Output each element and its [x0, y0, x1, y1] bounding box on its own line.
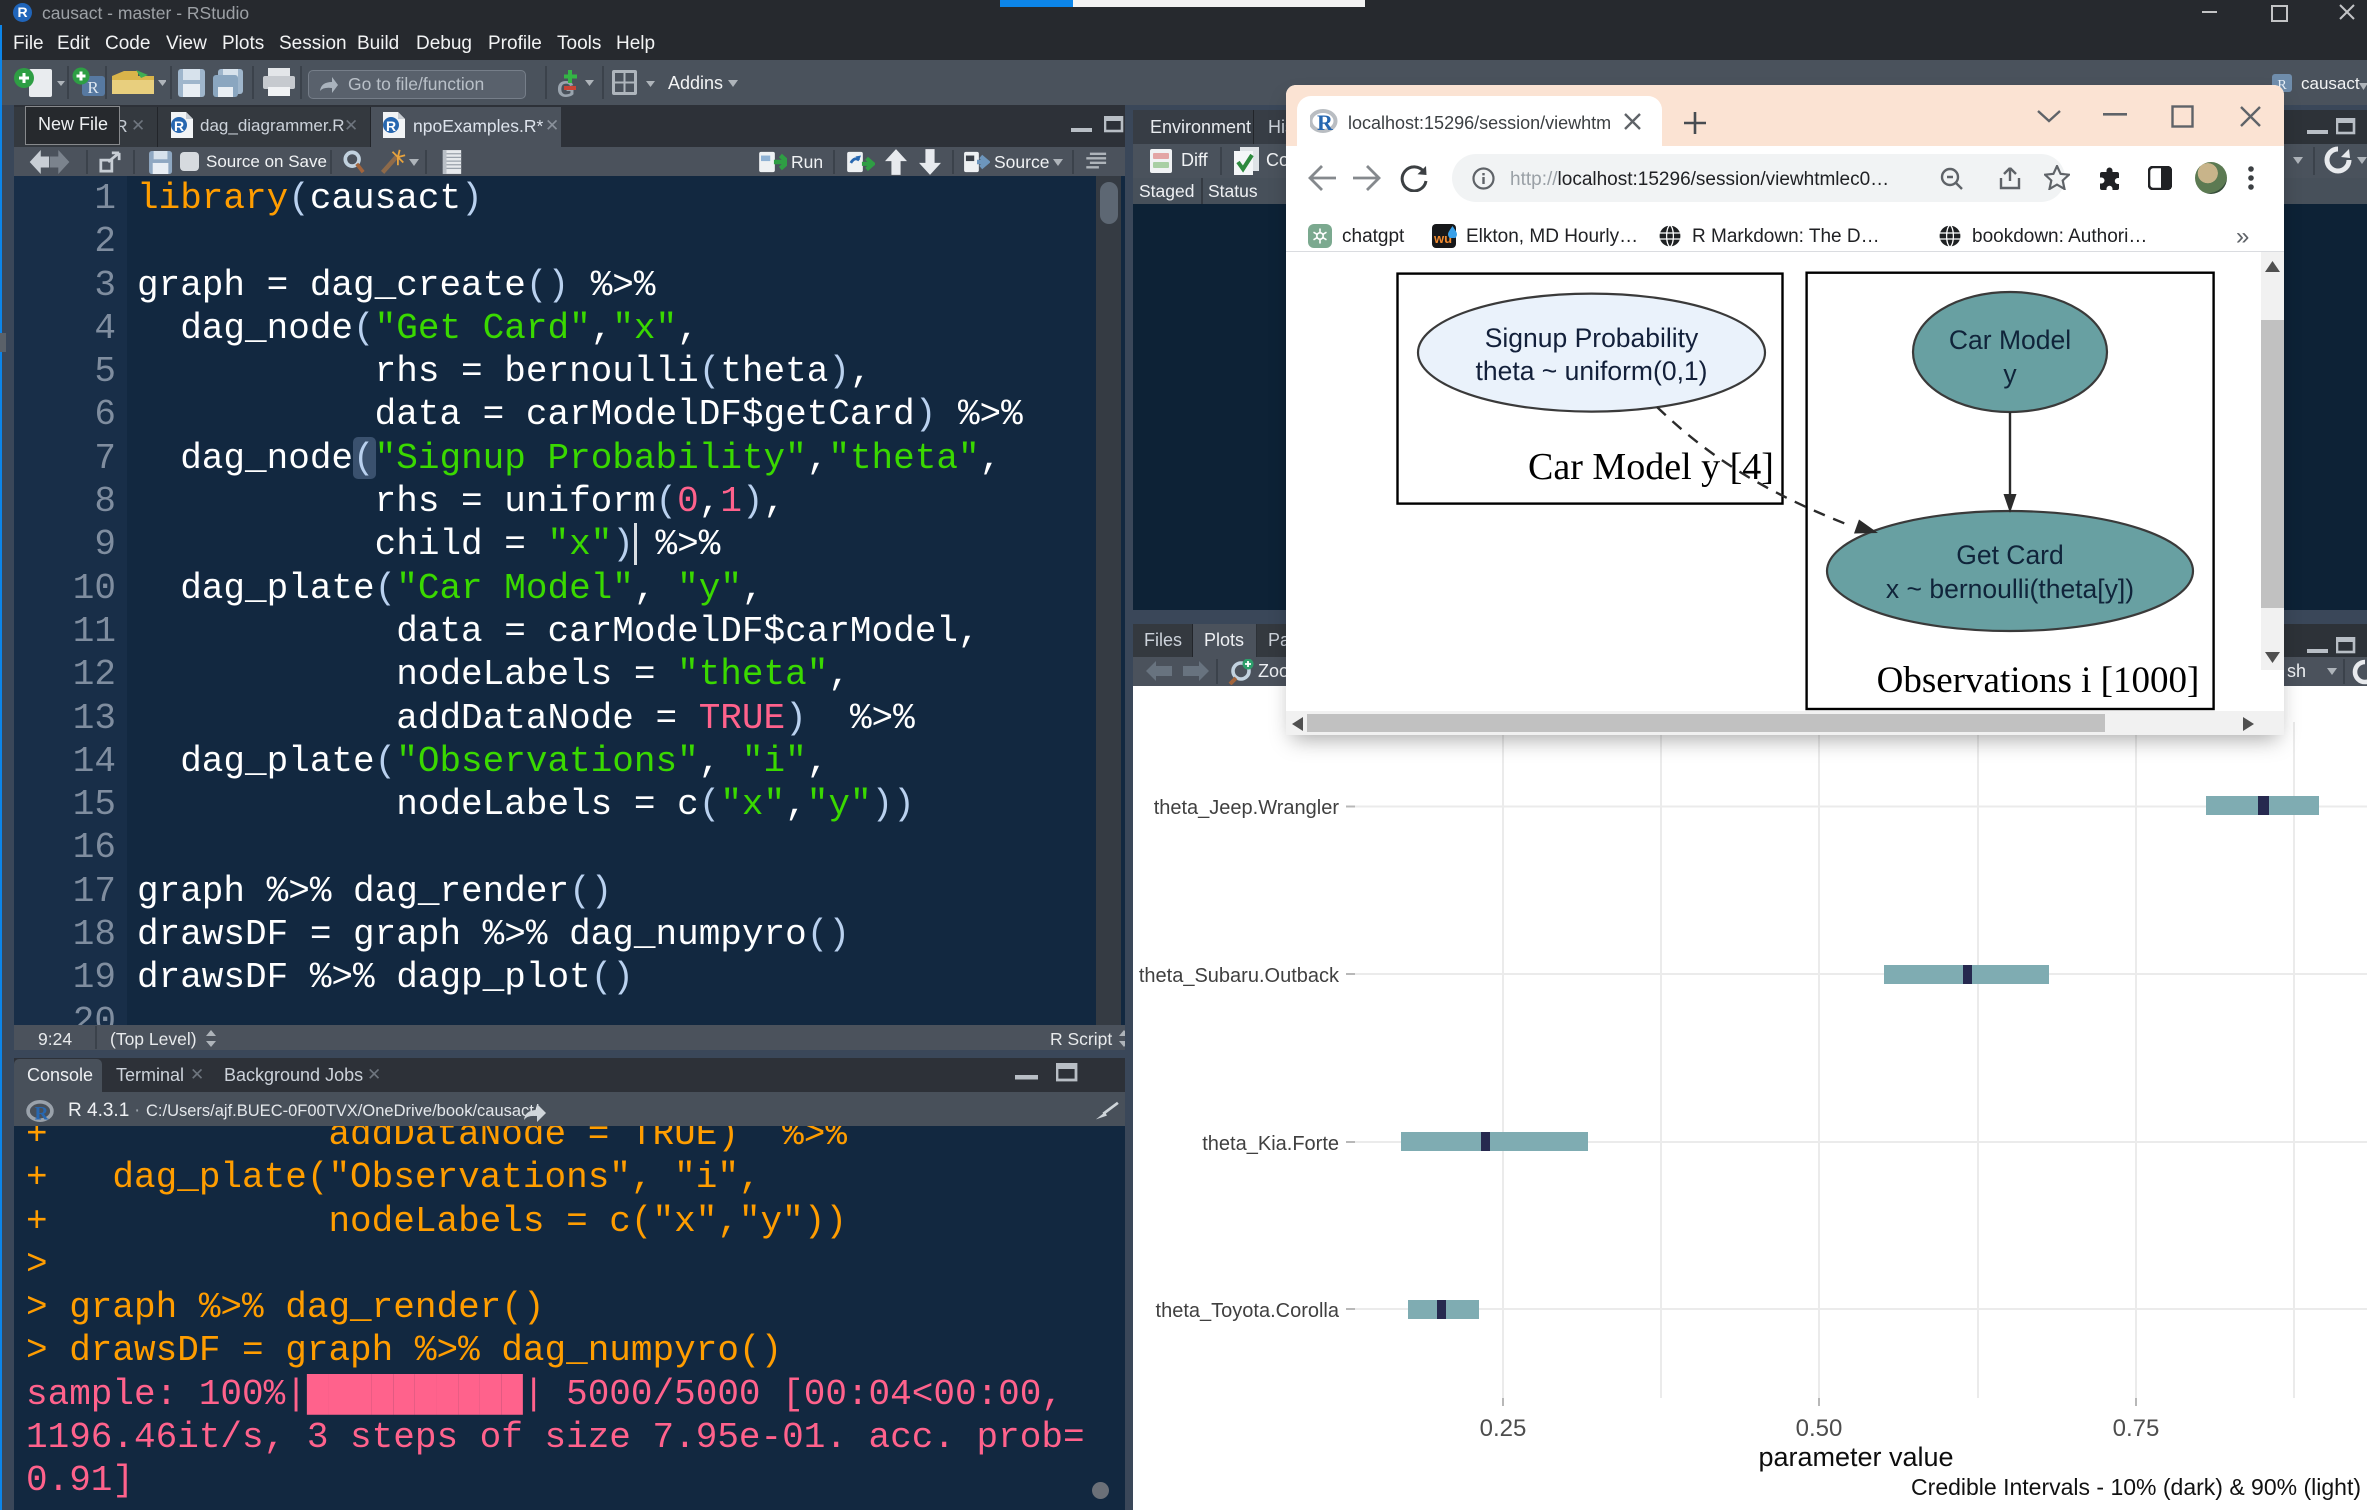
svg-text:0.75: 0.75	[2113, 1415, 2160, 1442]
svg-text:R: R	[174, 118, 184, 134]
svg-text:theta_Toyota.Corolla: theta_Toyota.Corolla	[1156, 1300, 1340, 1322]
svg-text:R: R	[87, 78, 99, 97]
svg-text:theta_Subaru.Outback: theta_Subaru.Outback	[1139, 965, 1340, 987]
svg-text:R: R	[386, 118, 396, 134]
svg-text:Observations i [1000]: Observations i [1000]	[1877, 660, 2200, 701]
svg-text:parameter value: parameter value	[1758, 1442, 1953, 1472]
svg-text:R: R	[1317, 110, 1334, 134]
svg-text:y: y	[2003, 359, 2017, 389]
svg-text:Get Card: Get Card	[1956, 540, 2064, 570]
svg-text:R: R	[35, 1103, 50, 1122]
svg-text:0.25: 0.25	[1480, 1415, 1527, 1442]
svg-text:0.50: 0.50	[1796, 1415, 1843, 1442]
svg-text:Credible Intervals - 10% (dark: Credible Intervals - 10% (dark) & 90% (l…	[1911, 1474, 2361, 1500]
svg-text:theta ~ uniform(0,1): theta ~ uniform(0,1)	[1476, 356, 1708, 386]
svg-text:theta_Kia.Forte: theta_Kia.Forte	[1202, 1133, 1339, 1155]
svg-text:theta_Jeep.Wrangler: theta_Jeep.Wrangler	[1154, 797, 1340, 819]
svg-text:Car Model y [4]: Car Model y [4]	[1528, 446, 1774, 488]
svg-text:Car Model: Car Model	[1949, 325, 2071, 355]
svg-text:Signup Probability: Signup Probability	[1485, 323, 1699, 353]
svg-text:x ~ bernoulli(theta[y]): x ~ bernoulli(theta[y])	[1886, 574, 2134, 604]
